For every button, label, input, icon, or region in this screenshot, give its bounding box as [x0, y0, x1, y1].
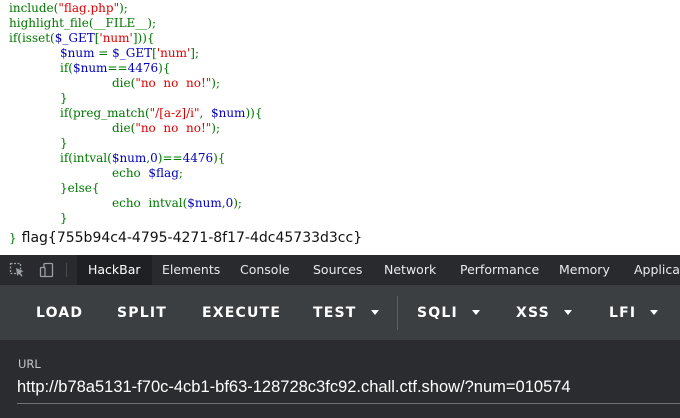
code-token: ){ [213, 151, 226, 165]
code-token: if(intval( [60, 151, 112, 165]
tab-memory[interactable]: Memory [559, 255, 610, 285]
url-input[interactable] [17, 374, 680, 400]
code-token: $_GET [54, 31, 95, 45]
code-token: )== [157, 151, 183, 165]
code-line-2: highlight_file(__FILE__); [9, 16, 156, 31]
code-line-3: if(isset($_GET['num'])){ [9, 31, 155, 46]
code-token: $num [72, 61, 108, 75]
code-token: = [94, 46, 113, 60]
devtools-tab-bar: HackBar Elements Console Sources Network… [0, 255, 680, 286]
code-token: "/[a-z]/i" [149, 106, 200, 120]
code-line-10: } [60, 136, 68, 151]
code-token: ); [211, 76, 221, 90]
code-token: ){ [158, 61, 171, 75]
xss-dropdown-label: XSS [516, 305, 550, 321]
caret-down-icon [650, 309, 659, 315]
code-token: if(isset( [9, 31, 55, 45]
test-dropdown-label: TEST [313, 305, 357, 321]
code-token: ); [211, 121, 221, 135]
tab-hackbar[interactable]: HackBar [77, 255, 152, 285]
lfi-dropdown[interactable]: LFI [609, 286, 659, 340]
lfi-dropdown-label: LFI [609, 305, 637, 321]
code-line-7: } [60, 91, 68, 106]
code-token: "no no no!" [135, 76, 212, 90]
code-line-4: $num = $_GET['num']; [60, 46, 199, 61]
url-label: URL [18, 357, 41, 371]
hackbar-toolbar: LOAD SPLIT EXECUTE TEST SQLI XSS LFI [0, 286, 680, 340]
code-token: "flag.php" [58, 1, 120, 15]
code-line-1: include("flag.php"); [9, 1, 128, 16]
toolbar-separator [66, 263, 67, 277]
page-output: } flag{755b94c4-4795-4271-8f17-4dc45733d3… [9, 228, 362, 248]
code-line-14: echo intval($num,0); [112, 196, 242, 211]
code-line-9: die("no no no!"); [112, 121, 220, 136]
flag-output-text: flag{755b94c4-4795-4271-8f17-4dc45733d3c… [21, 230, 363, 246]
sqli-dropdown[interactable]: SQLI [417, 286, 480, 340]
code-token: ])){ [132, 31, 155, 45]
test-dropdown[interactable]: TEST [313, 286, 379, 340]
code-token: ); [233, 196, 242, 210]
tab-application[interactable]: Application [634, 255, 680, 285]
code-token: $num [210, 106, 246, 120]
split-button[interactable]: SPLIT [117, 286, 167, 340]
inspect-element-icon[interactable] [9, 262, 25, 278]
code-line-16: } [9, 231, 17, 245]
code-token: }else{ [60, 181, 100, 195]
code-token: , [199, 106, 211, 120]
code-line-13: }else{ [60, 181, 99, 196]
code-token: } [60, 211, 68, 225]
tab-elements[interactable]: Elements [162, 255, 220, 285]
code-token: ); [119, 1, 128, 15]
code-line-12: echo $flag; [112, 166, 183, 181]
hackbar-url-panel: URL [0, 340, 680, 418]
code-token: ]; [190, 46, 200, 60]
code-token: $num [187, 196, 222, 210]
code-token: echo intval( [112, 196, 188, 210]
code-token: 'num' [99, 31, 133, 45]
code-token: 4476 [182, 151, 214, 165]
code-token: if(preg_match( [60, 106, 150, 120]
caret-down-icon [471, 309, 480, 315]
caret-down-icon [563, 309, 572, 315]
code-line-15: } [60, 211, 68, 226]
device-toolbar-icon[interactable] [39, 262, 55, 278]
code-token: } [60, 91, 68, 105]
tab-sources[interactable]: Sources [313, 255, 362, 285]
code-token: highlight_file(__FILE__); [9, 16, 157, 30]
code-line-6: die("no no no!"); [112, 76, 220, 91]
php-source-code: include("flag.php"); highlight_file(__FI… [0, 0, 680, 228]
code-line-8: if(preg_match("/[a-z]/i", $num)){ [60, 106, 262, 121]
code-token: die( [112, 76, 136, 90]
code-line-5: if($num==4476){ [60, 61, 170, 76]
code-token: 0 [150, 151, 158, 165]
xss-dropdown[interactable]: XSS [516, 286, 572, 340]
code-token: "no no no!" [135, 121, 212, 135]
code-token: } [60, 136, 68, 150]
code-token: $num [111, 151, 147, 165]
code-token: if( [60, 61, 73, 75]
code-token: $_GET [112, 46, 153, 60]
code-token: 4476 [127, 61, 159, 75]
code-token: echo [112, 166, 149, 180]
load-button[interactable]: LOAD [36, 286, 83, 340]
url-input-underline [17, 403, 680, 404]
tab-network[interactable]: Network [384, 255, 436, 285]
tab-console[interactable]: Console [240, 255, 290, 285]
sqli-dropdown-label: SQLI [417, 305, 458, 321]
code-token: )){ [245, 106, 263, 120]
code-token: $num [60, 46, 95, 60]
code-token: ; [178, 166, 183, 180]
code-token: include( [9, 1, 59, 15]
execute-button[interactable]: EXECUTE [202, 286, 281, 340]
code-token: 'num' [156, 46, 191, 60]
code-token: die( [112, 121, 136, 135]
code-line-11: if(intval($num,0)==4476){ [60, 151, 225, 166]
toolbar-divider [397, 296, 398, 330]
tab-performance[interactable]: Performance [460, 255, 539, 285]
code-token: == [107, 61, 128, 75]
caret-down-icon [370, 309, 379, 315]
code-token: $flag [148, 166, 179, 180]
